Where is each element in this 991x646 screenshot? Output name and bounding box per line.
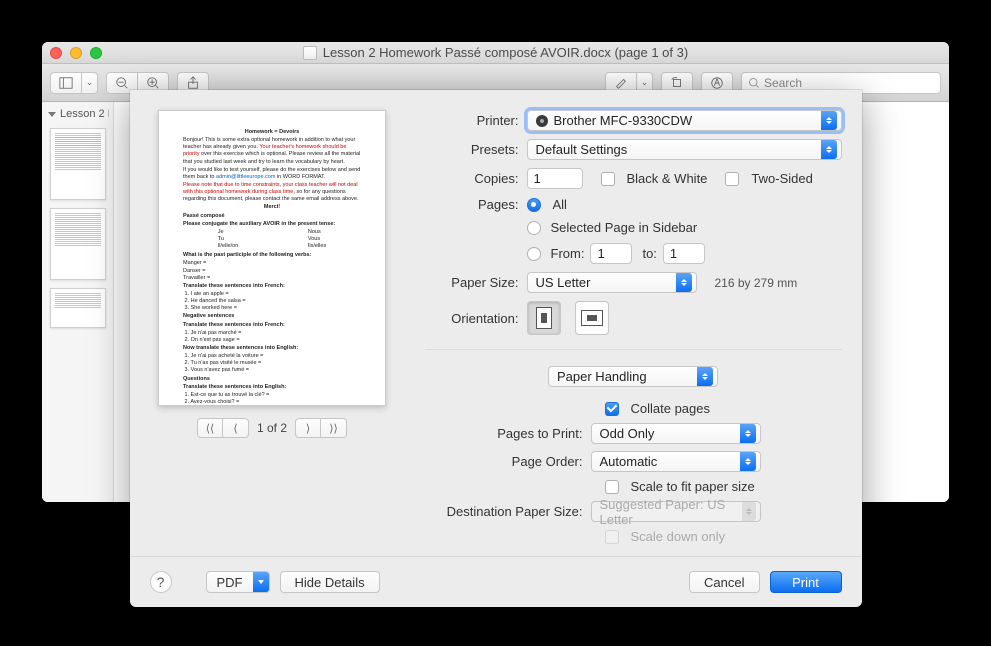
window-title: Lesson 2 Homework Passé composé AVOIR.do…: [42, 45, 949, 60]
copies-label: Copies:: [425, 171, 519, 186]
titlebar: Lesson 2 Homework Passé composé AVOIR.do…: [42, 42, 949, 64]
pages-selected-label: Selected Page in Sidebar: [551, 220, 698, 235]
pdf-menu-button[interactable]: PDF: [206, 571, 270, 593]
highlight-icon: [614, 76, 628, 90]
preview-last-page-button[interactable]: ⟩⟩: [321, 418, 347, 438]
copies-input[interactable]: 1: [527, 168, 583, 189]
settings-section-select[interactable]: Paper Handling: [548, 366, 718, 387]
pages-label: Pages:: [425, 197, 519, 212]
pages-selected-radio[interactable]: [527, 221, 541, 235]
preview-prev-page-button[interactable]: ⟨: [223, 418, 249, 438]
minimize-window-button[interactable]: [70, 47, 82, 59]
print-settings: Printer: Brother MFC-9330CDW Presets: De…: [425, 110, 842, 544]
page-order-select[interactable]: Automatic: [591, 451, 761, 472]
pages-to-print-label: Pages to Print:: [425, 426, 583, 441]
markup-icon: [710, 76, 724, 90]
page-thumbnail-3[interactable]: [50, 288, 106, 328]
zoom-window-button[interactable]: [90, 47, 102, 59]
pages-all-label: All: [553, 197, 567, 212]
print-button[interactable]: Print: [770, 571, 842, 593]
preview-page-indicator: 1 of 2: [257, 421, 287, 435]
orientation-label: Orientation:: [425, 311, 519, 326]
zoom-out-icon: [115, 76, 129, 90]
preview-next-page-button[interactable]: ⟩: [295, 418, 321, 438]
black-white-label: Black & White: [627, 171, 708, 186]
orientation-landscape-button[interactable]: [575, 301, 609, 335]
close-window-button[interactable]: [50, 47, 62, 59]
pages-to-input[interactable]: 1: [663, 243, 705, 264]
print-preview-pane: Homework = Devoirs Bonjour! This is some…: [150, 110, 395, 544]
paper-size-select[interactable]: US Letter: [527, 272, 697, 293]
scale-down-checkbox: [605, 530, 619, 544]
thumbnails-sidebar: Lesson 2 Homework Passé composé AVOIR.do…: [42, 102, 114, 502]
scale-down-label: Scale down only: [631, 529, 726, 544]
two-sided-label: Two-Sided: [751, 171, 812, 186]
print-dialog: Homework = Devoirs Bonjour! This is some…: [130, 90, 862, 607]
print-preview-page: Homework = Devoirs Bonjour! This is some…: [158, 110, 386, 406]
sidebar-icon: [59, 76, 73, 90]
page-thumbnail-2[interactable]: [50, 208, 106, 280]
pages-to-label: to:: [642, 246, 656, 261]
pages-all-radio[interactable]: [527, 198, 541, 212]
view-mode-menu[interactable]: ⌄: [82, 72, 98, 94]
cancel-button[interactable]: Cancel: [689, 571, 759, 593]
two-sided-checkbox[interactable]: [725, 172, 739, 186]
preview-navigation: ⟨⟨ ⟨ 1 of 2 ⟩ ⟩⟩: [197, 418, 347, 438]
search-icon: [748, 77, 760, 89]
sidebar-header[interactable]: Lesson 2 Homework Passé composé AVOIR.do…: [46, 106, 109, 122]
presets-select[interactable]: Default Settings: [527, 139, 842, 160]
portrait-icon: [536, 307, 552, 329]
orientation-portrait-button[interactable]: [527, 301, 561, 335]
page-order-label: Page Order:: [425, 454, 583, 469]
dest-paper-size-select: Suggested Paper: US Letter: [591, 501, 761, 522]
preview-first-page-button[interactable]: ⟨⟨: [197, 418, 223, 438]
printer-status-icon: [536, 115, 548, 127]
chevron-down-icon: [253, 572, 269, 592]
help-button[interactable]: ?: [150, 571, 172, 593]
collate-label: Collate pages: [631, 401, 711, 416]
document-icon: [303, 46, 317, 60]
dest-paper-size-label: Destination Paper Size:: [425, 504, 583, 519]
view-mode-button[interactable]: [50, 72, 82, 94]
presets-label: Presets:: [425, 142, 519, 157]
page-thumbnail-1[interactable]: [50, 128, 106, 200]
collate-checkbox[interactable]: [605, 402, 619, 416]
paper-size-label: Paper Size:: [425, 275, 519, 290]
rotate-icon: [670, 76, 684, 90]
pages-to-print-select[interactable]: Odd Only: [591, 423, 761, 444]
chevron-down-icon: [48, 112, 56, 117]
scale-fit-checkbox[interactable]: [605, 480, 619, 494]
paper-size-hint: 216 by 279 mm: [715, 276, 798, 290]
share-icon: [186, 76, 200, 90]
landscape-icon: [581, 310, 603, 326]
pages-from-radio[interactable]: [527, 247, 541, 261]
black-white-checkbox[interactable]: [601, 172, 615, 186]
pages-from-input[interactable]: 1: [590, 243, 632, 264]
hide-details-button[interactable]: Hide Details: [280, 571, 380, 593]
print-dialog-footer: ? PDF Hide Details Cancel Print: [130, 556, 862, 607]
scale-fit-label: Scale to fit paper size: [631, 479, 755, 494]
printer-label: Printer:: [425, 113, 519, 128]
printer-select[interactable]: Brother MFC-9330CDW: [527, 110, 842, 131]
zoom-in-icon: [146, 76, 160, 90]
pages-from-label: From:: [551, 246, 585, 261]
